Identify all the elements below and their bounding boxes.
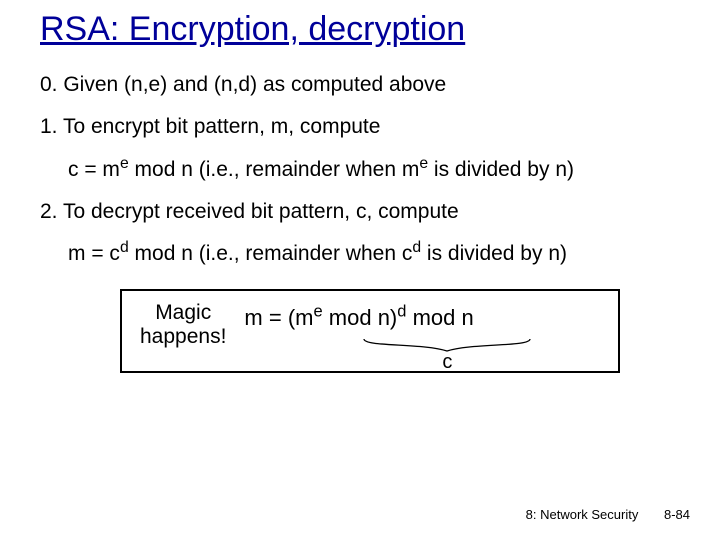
slide-title: RSA: Encryption, decryption bbox=[40, 10, 690, 49]
step-0: 0. Given (n,e) and (n,d) as computed abo… bbox=[40, 71, 690, 99]
step-2-formula: m = cd mod n (i.e., remainder when cd is… bbox=[68, 240, 690, 268]
exponent-d: d bbox=[120, 239, 129, 256]
underbrace-label: c bbox=[362, 351, 532, 374]
exponent-e: e bbox=[419, 155, 428, 172]
underbrace: c bbox=[362, 337, 532, 374]
exponent-e: e bbox=[120, 155, 129, 172]
exponent-d: d bbox=[412, 239, 421, 256]
footer-chapter: 8: Network Security bbox=[526, 507, 639, 522]
formula-part: mod n (i.e., remainder when c bbox=[129, 242, 413, 265]
formula-part: is divided by n) bbox=[428, 158, 574, 181]
formula-part: mod n (i.e., remainder when m bbox=[129, 158, 420, 181]
step-1-text: 1. To encrypt bit pattern, m, compute bbox=[40, 113, 690, 141]
formula-part: m = (m bbox=[244, 305, 313, 330]
magic-label-line1: Magic bbox=[140, 301, 226, 325]
slide-footer: 8: Network Security 8-84 bbox=[526, 507, 690, 522]
formula-part: mod n) bbox=[323, 305, 398, 330]
formula-part: is divided by n) bbox=[421, 242, 567, 265]
footer-page-number: 8-84 bbox=[664, 507, 690, 522]
formula-part: c = m bbox=[68, 158, 120, 181]
formula-part: m = c bbox=[68, 242, 120, 265]
magic-label-line2: happens! bbox=[140, 325, 226, 349]
step-1-formula: c = me mod n (i.e., remainder when me is… bbox=[68, 156, 690, 184]
formula-part: mod n bbox=[406, 305, 473, 330]
step-2-text: 2. To decrypt received bit pattern, c, c… bbox=[40, 198, 690, 226]
exponent-e: e bbox=[313, 302, 322, 320]
magic-label: Magic happens! bbox=[140, 301, 226, 349]
magic-box: Magic happens! m = (me mod n)d mod n c bbox=[120, 289, 620, 373]
magic-equation: m = (me mod n)d mod n c bbox=[244, 301, 473, 331]
